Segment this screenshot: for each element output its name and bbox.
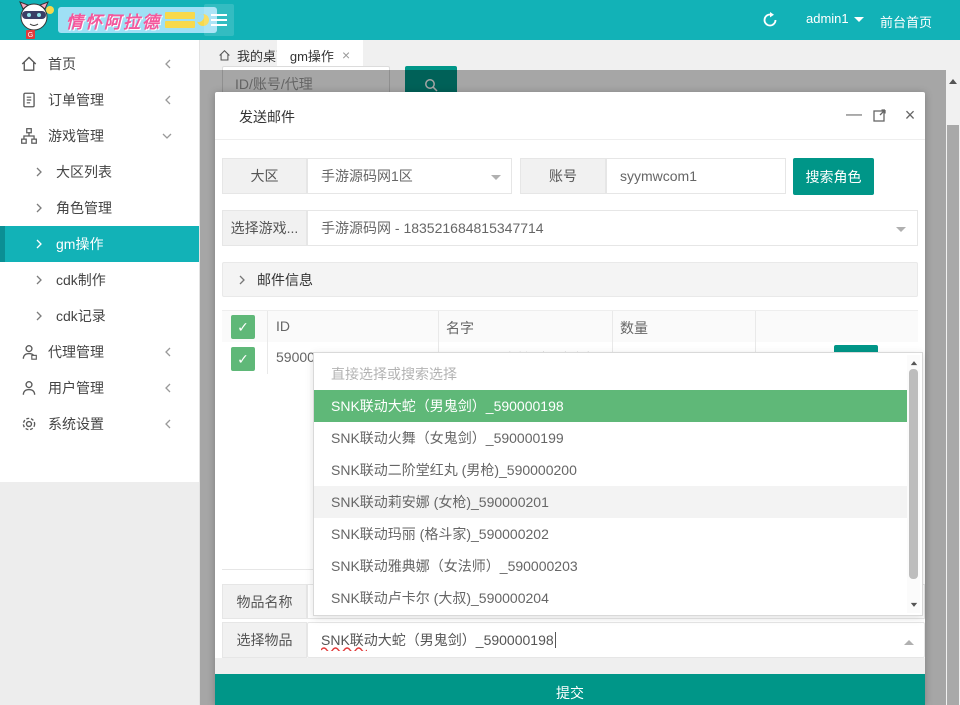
username: admin1 — [806, 11, 849, 26]
game-icon — [20, 127, 38, 145]
dropdown-search-input[interactable]: 直接选择或搜索选择 — [331, 360, 891, 388]
close-icon[interactable]: × — [342, 47, 350, 63]
chevron-left-icon — [163, 346, 173, 358]
home-icon — [20, 55, 38, 73]
chevron-down-icon — [161, 131, 173, 141]
item-select-dropdown: 直接选择或搜索选择 SNK联动大蛇（男鬼剑）_590000198 SNK联动火舞… — [313, 352, 923, 616]
col-header-qty: 数量 — [620, 318, 648, 338]
select-item-input[interactable]: SNK联动大蛇（男鬼剑）_590000198 — [307, 622, 925, 658]
logo-badges — [165, 12, 195, 28]
dropdown-option[interactable]: SNK联动火舞（女鬼剑）_590000199 — [314, 422, 907, 454]
dropdown-option[interactable]: SNK联动雅典娜（女法师）_590000203 — [314, 550, 907, 582]
chevron-left-icon — [163, 94, 173, 106]
dropdown-option[interactable]: SNK联动二阶堂红丸 (男枪)_590000200 — [314, 454, 907, 486]
minimize-icon[interactable]: — — [845, 106, 863, 124]
account-label: 账号 — [520, 158, 606, 194]
select-game-label: 选择游戏... — [222, 210, 307, 246]
spellcheck-underline — [321, 646, 367, 651]
refresh-icon[interactable] — [762, 12, 778, 28]
app-screen: G 情怀阿拉德 admin1 前台首页 首页 — [0, 0, 960, 705]
dropdown-option[interactable]: SNK联动卢卡尔 (大叔)_590000204 — [314, 582, 907, 614]
chevron-left-icon — [163, 382, 173, 394]
scroll-up-arrow[interactable] — [910, 358, 916, 365]
user-icon — [20, 379, 38, 397]
chevron-left-icon — [163, 418, 173, 430]
submit-button[interactable]: 提交 — [215, 674, 925, 705]
select-all-checkbox[interactable]: ✓ — [231, 315, 255, 339]
page-scrollbar[interactable] — [946, 70, 960, 705]
sidebar-item-home[interactable]: 首页 — [0, 46, 199, 82]
chevron-left-icon — [163, 58, 173, 70]
user-menu[interactable]: admin1 — [806, 11, 864, 26]
sidebar-item-system-settings[interactable]: 系统设置 — [0, 406, 199, 442]
arrow-right-icon — [34, 202, 44, 214]
cat-mascot-logo: G — [14, 1, 54, 39]
scroll-up-arrow[interactable] — [949, 75, 957, 84]
game-select[interactable]: 手游源码网 - 183521684815347714 — [307, 210, 918, 246]
sidebar-item-cdk-records[interactable]: cdk记录 — [0, 298, 199, 334]
table-bottom-border — [222, 569, 313, 570]
sidebar-item-user-management[interactable]: 用户管理 — [0, 370, 199, 406]
sidebar-empty-area — [0, 482, 199, 705]
account-input[interactable]: syymwcom1 — [606, 158, 786, 194]
sidebar-item-gm-operation[interactable]: gm操作 — [0, 226, 199, 262]
site-logo: 情怀阿拉德 — [58, 7, 217, 33]
dropdown-option[interactable]: SNK联动莉安娜 (女枪)_590000201 — [314, 486, 907, 518]
sidebar-item-agent-management[interactable]: 代理管理 — [0, 334, 199, 370]
home-icon — [218, 49, 231, 62]
arrow-right-icon — [237, 274, 247, 286]
chevron-down-icon — [896, 227, 906, 237]
maximize-icon[interactable] — [873, 106, 891, 124]
item-name-label: 物品名称 — [222, 584, 307, 619]
scrollbar-thumb[interactable] — [947, 125, 959, 705]
dialog-footer-gap — [215, 658, 925, 674]
region-select[interactable]: 手游源码网1区 — [307, 158, 512, 194]
mail-info-collapse[interactable]: 邮件信息 — [222, 262, 918, 297]
arrow-right-icon — [34, 166, 44, 178]
table-header-row: ✓ ID 名字 数量 — [222, 311, 918, 343]
dropdown-option[interactable]: SNK联动玛丽 (格斗家)_590000202 — [314, 518, 907, 550]
dialog-title: 发送邮件 — [239, 107, 295, 127]
close-icon[interactable]: × — [901, 106, 919, 124]
sidebar-toggle-button[interactable] — [204, 4, 234, 36]
chevron-down-icon — [854, 17, 864, 27]
chevron-up-icon — [904, 635, 914, 645]
dialog-header: 发送邮件 — × — [215, 92, 925, 140]
region-label: 大区 — [222, 158, 307, 194]
chevron-down-icon — [491, 175, 501, 185]
select-item-label: 选择物品 — [222, 622, 307, 658]
col-header-id: ID — [276, 318, 290, 334]
arrow-right-icon — [34, 310, 44, 322]
settings-icon — [20, 415, 38, 433]
svg-text:G: G — [28, 32, 33, 39]
scrollbar-thumb[interactable] — [909, 369, 918, 579]
top-bar: G 情怀阿拉德 admin1 前台首页 — [0, 0, 960, 40]
brand-text: 情怀阿拉德 — [66, 8, 161, 33]
sidebar-item-orders[interactable]: 订单管理 — [0, 82, 199, 118]
row-checkbox[interactable]: ✓ — [231, 347, 255, 371]
sidebar: 首页 订单管理 游戏管理 大区列表 角色管理 — [0, 40, 200, 705]
dropdown-scrollbar[interactable] — [907, 355, 920, 613]
agent-icon — [20, 343, 38, 361]
text-cursor — [555, 632, 556, 648]
sidebar-item-game-management[interactable]: 游戏管理 — [0, 118, 199, 154]
sidebar-item-region-list[interactable]: 大区列表 — [0, 154, 199, 190]
sidebar-item-cdk-create[interactable]: cdk制作 — [0, 262, 199, 298]
scroll-down-arrow[interactable] — [910, 603, 916, 610]
dropdown-option[interactable]: SNK联动大蛇（男鬼剑）_590000198 — [314, 390, 907, 422]
sidebar-item-role-management[interactable]: 角色管理 — [0, 190, 199, 226]
arrow-right-icon — [34, 274, 44, 286]
arrow-right-icon — [34, 238, 44, 250]
col-header-name: 名字 — [446, 318, 474, 338]
search-role-button[interactable]: 搜索角色 — [793, 158, 874, 195]
order-icon — [20, 91, 38, 109]
frontend-home-link[interactable]: 前台首页 — [880, 12, 932, 31]
